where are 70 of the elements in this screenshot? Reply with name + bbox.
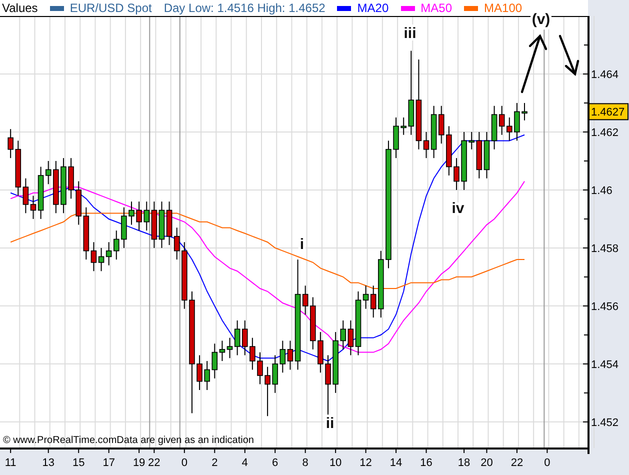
candlestick	[121, 206, 127, 248]
legend-label: MA20	[357, 1, 389, 15]
candlestick	[522, 102, 528, 121]
axis-label: 15	[72, 457, 85, 469]
candlestick	[514, 102, 520, 142]
candlestick	[378, 250, 384, 318]
axis-label: 1.454	[591, 358, 619, 371]
axis-label: 1.46	[591, 184, 612, 197]
axis-label: 11	[4, 457, 16, 469]
candlestick	[325, 354, 331, 417]
axis-label: 8	[302, 457, 308, 469]
axis-label: 17	[102, 457, 115, 469]
axis-label: 1.464	[591, 68, 619, 81]
axis-label: 1.452	[591, 416, 619, 429]
axis-label: 20	[480, 457, 493, 469]
candlestick	[53, 160, 59, 214]
axis-label: 10	[329, 457, 342, 469]
axis-label: 13	[42, 457, 54, 469]
candlestick	[461, 131, 467, 190]
legend-label: EUR/USD Spot	[70, 1, 152, 15]
candlestick	[8, 128, 14, 159]
axis-label: 16	[420, 457, 432, 469]
wave-label: ii	[326, 415, 334, 432]
copyright-text: © www.ProRealTime.comData are given as an indication	[3, 435, 254, 446]
arrow-drawing	[558, 34, 580, 76]
axis-label: 1.462	[591, 126, 619, 139]
candlestick	[318, 332, 324, 374]
candlestick	[310, 296, 316, 350]
candlestick	[332, 332, 338, 394]
candlestick	[204, 360, 210, 391]
candlestick	[136, 201, 142, 232]
axis-label: 0	[544, 457, 550, 469]
axis-label: 18	[458, 457, 470, 469]
wave-label: i	[300, 236, 304, 253]
axis-label: 1.458	[591, 242, 619, 255]
chart-title: Values	[2, 1, 38, 15]
arrow-drawing	[520, 34, 548, 94]
candlestick	[60, 158, 66, 214]
candlestick	[182, 242, 188, 310]
candlestick	[272, 354, 278, 394]
candlestick	[393, 116, 399, 159]
axis-label: 6	[272, 457, 278, 469]
day-range-text: Day Low: 1.4516 High: 1.4652	[164, 1, 326, 15]
axis-label: 14	[390, 457, 402, 469]
candlestick	[196, 354, 202, 391]
axis-label: 22	[148, 457, 160, 469]
legend-label: MA100	[484, 1, 522, 15]
candlestick	[400, 116, 406, 136]
candlestick	[76, 180, 82, 226]
candlestick	[264, 366, 270, 417]
axis-label: 4	[242, 457, 248, 469]
axis-label: 12	[360, 457, 372, 469]
axis-label: 0	[181, 457, 188, 469]
legend-label: MA50	[420, 1, 452, 15]
wave-label: iv	[452, 200, 464, 217]
axis-label: 19	[132, 457, 146, 469]
wave-label: iii	[404, 25, 416, 42]
axis-label: 22	[510, 457, 524, 469]
candlestick	[114, 230, 120, 260]
candlestick	[468, 131, 474, 150]
candlestick	[68, 158, 74, 200]
candlestick	[128, 201, 134, 226]
candlestick	[454, 158, 460, 190]
price-badge: 1.4627	[588, 103, 628, 120]
candlestick	[250, 337, 256, 370]
axis-label: 1.456	[591, 300, 619, 313]
axis-label: 2	[212, 457, 218, 469]
candlestick	[257, 352, 263, 385]
candlestick	[506, 116, 512, 142]
candlestick	[446, 126, 452, 176]
